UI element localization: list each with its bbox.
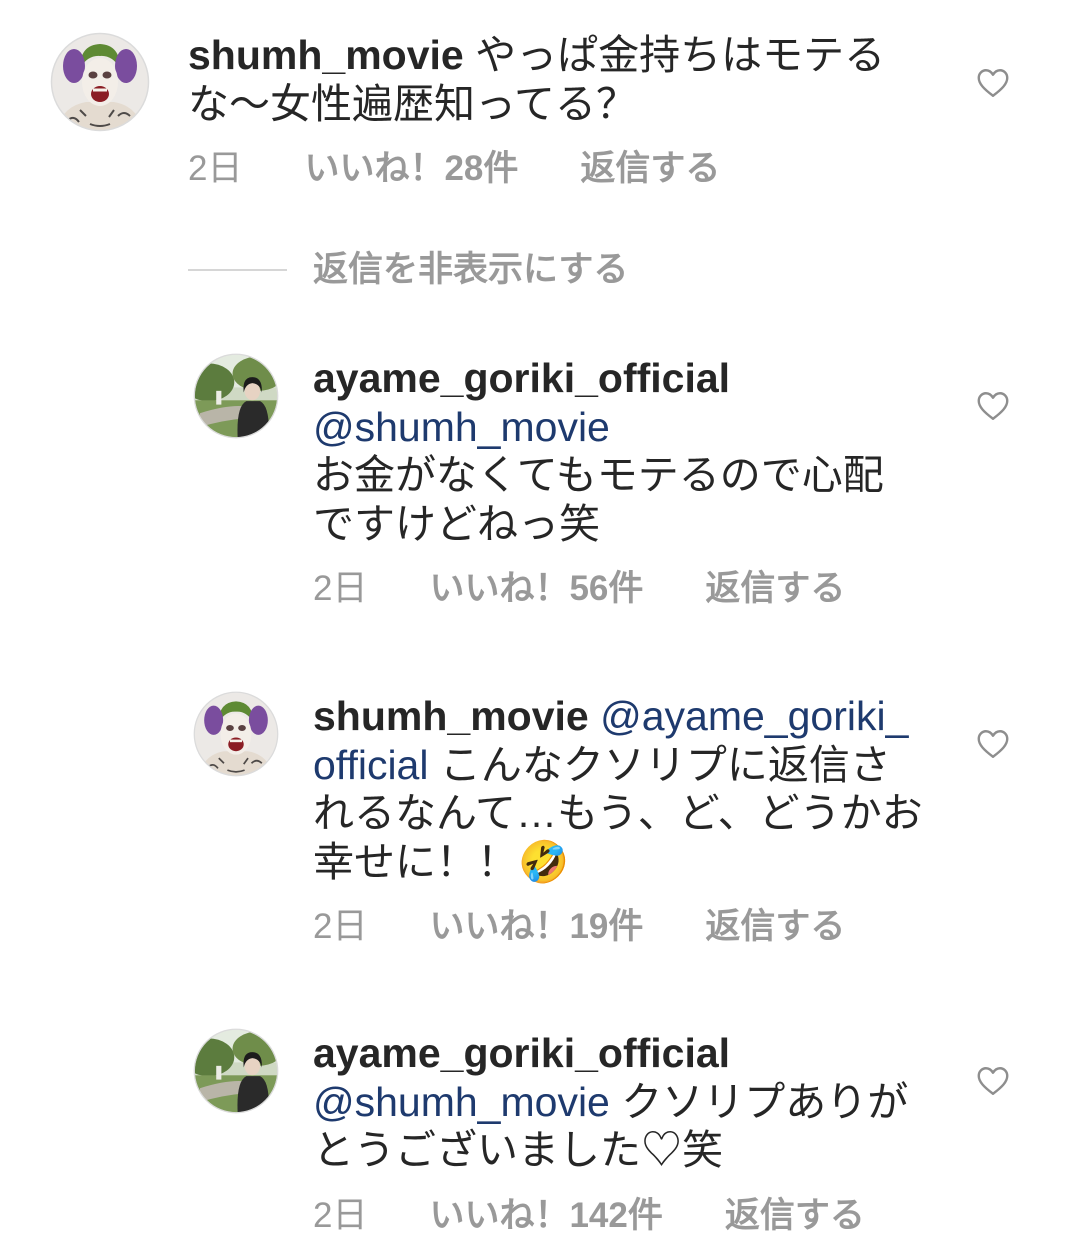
comment-username[interactable]: shumh_movie — [188, 32, 464, 78]
reply-button[interactable]: 返信する — [725, 1192, 865, 1240]
comment-username[interactable]: shumh_movie — [313, 693, 589, 739]
likes-count-link[interactable]: いいね！28件 — [304, 145, 518, 193]
comment-content: ayame_goriki_official @shumh_movie クソリプあ… — [313, 1029, 923, 1240]
comment-username[interactable]: ayame_goriki_official — [313, 355, 730, 401]
comment-meta: 2日 いいね！56件 返信する — [313, 565, 923, 613]
comment-time: 2日 — [313, 569, 368, 608]
hide-replies-label: 返信を非表示にする — [313, 250, 629, 289]
user-avatar[interactable] — [50, 32, 150, 132]
comment-time: 2日 — [313, 907, 368, 946]
comment-body: ayame_goriki_official @shumh_movie お金がなく… — [313, 354, 923, 548]
reply-comment: ayame_goriki_official @shumh_movie お金がなく… — [0, 353, 1078, 613]
reply-button[interactable]: 返信する — [580, 145, 720, 193]
hide-replies-toggle[interactable]: 返信を非表示にする — [188, 246, 648, 294]
comment-meta: 2日 いいね！19件 返信する — [313, 903, 929, 951]
divider-line — [188, 269, 287, 271]
comment-meta: 2日 いいね！28件 返信する — [188, 145, 903, 193]
comment-time: 2日 — [188, 149, 243, 188]
like-button[interactable] — [975, 388, 1011, 424]
comment-username[interactable]: ayame_goriki_official — [313, 1030, 730, 1076]
reply-button[interactable]: 返信する — [705, 565, 845, 613]
comment-time: 2日 — [313, 1195, 368, 1235]
reply-button[interactable]: 返信する — [705, 903, 845, 951]
comment-content: shumh_movie やっぱ金持ちはモテるな〜女性遍歴知ってる？ 2日 いいね… — [188, 31, 903, 193]
heart-outline-icon — [977, 1067, 1009, 1095]
avatar-photo — [193, 691, 279, 777]
comment: shumh_movie やっぱ金持ちはモテるな〜女性遍歴知ってる？ 2日 いいね… — [0, 31, 1078, 193]
likes-count-link[interactable]: いいね！142件 — [429, 1192, 662, 1240]
like-button[interactable] — [975, 1063, 1011, 1099]
comment-body: shumh_movie @ayame_goriki_official こんなクソ… — [313, 692, 929, 886]
mention-link[interactable]: @shumh_movie — [313, 1079, 610, 1125]
likes-count-link[interactable]: いいね！19件 — [429, 903, 643, 951]
reply-comment: shumh_movie @ayame_goriki_official こんなクソ… — [0, 691, 1078, 951]
like-button[interactable] — [975, 65, 1011, 101]
user-avatar[interactable] — [193, 691, 279, 777]
comment-body: shumh_movie やっぱ金持ちはモテるな〜女性遍歴知ってる？ — [188, 31, 903, 128]
comment-body: ayame_goriki_official @shumh_movie クソリプあ… — [313, 1029, 923, 1175]
avatar-photo — [193, 1028, 279, 1114]
comment-content: shumh_movie @ayame_goriki_official こんなクソ… — [313, 692, 929, 951]
mention-link[interactable]: @shumh_movie — [313, 403, 923, 452]
heart-outline-icon — [977, 392, 1009, 420]
user-avatar[interactable] — [193, 353, 279, 439]
like-button[interactable] — [975, 726, 1011, 762]
comment-content: ayame_goriki_official @shumh_movie お金がなく… — [313, 354, 923, 613]
likes-count-link[interactable]: いいね！56件 — [429, 565, 643, 613]
comment-meta: 2日 いいね！142件 返信する — [313, 1192, 923, 1240]
reply-comment: ayame_goriki_official @shumh_movie クソリプあ… — [0, 1028, 1078, 1240]
user-avatar[interactable] — [193, 1028, 279, 1114]
heart-outline-icon — [977, 69, 1009, 97]
avatar-photo — [50, 32, 150, 132]
heart-outline-icon — [977, 730, 1009, 758]
comment-text: お金がなくてもモテるので心配ですけどねっ笑 — [313, 452, 884, 547]
avatar-photo — [193, 353, 279, 439]
